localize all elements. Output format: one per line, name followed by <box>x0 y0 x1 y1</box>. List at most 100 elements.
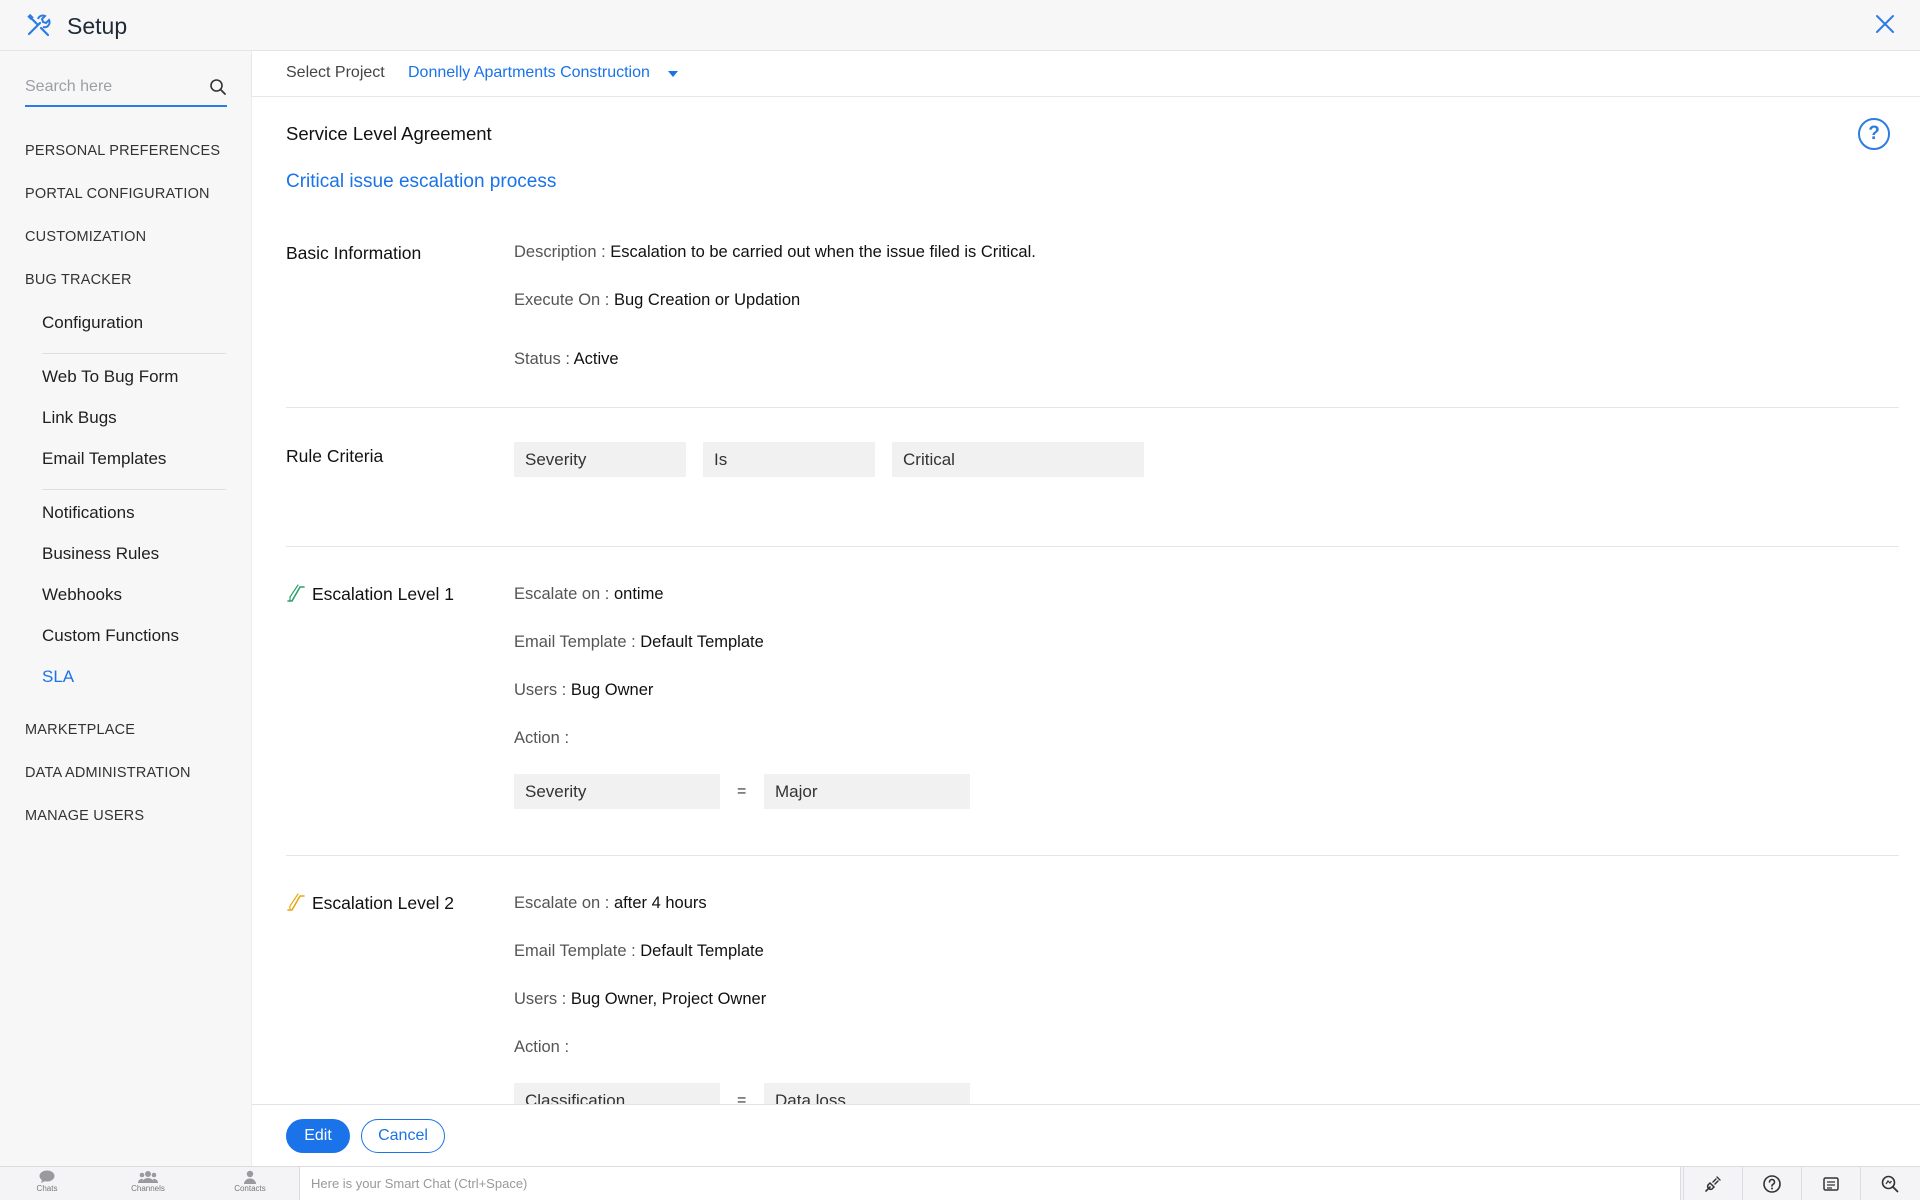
select-project-label: Select Project <box>286 64 385 81</box>
sidebar-item-custom-functions[interactable]: Custom Functions <box>42 626 179 646</box>
level-1-action: Action : <box>514 729 569 748</box>
nav-customization[interactable]: CUSTOMIZATION <box>25 229 146 245</box>
sidebar-item-email-templates[interactable]: Email Templates <box>42 449 166 469</box>
rule-criteria-label: Rule Criteria <box>286 446 384 466</box>
person-icon <box>244 1170 256 1184</box>
tab-channels-label: Channels <box>131 1184 165 1193</box>
tab-chats[interactable]: Chats <box>12 1170 82 1200</box>
smart-chat-input[interactable] <box>300 1167 1680 1200</box>
sidebar: PERSONAL PREFERENCES PORTAL CONFIGURATIO… <box>0 51 252 1166</box>
group-icon <box>138 1171 158 1183</box>
nav-data-administration[interactable]: DATA ADMINISTRATION <box>25 765 191 781</box>
sidebar-item-webhooks[interactable]: Webhooks <box>42 585 122 605</box>
level-1-escalate-on: Escalate on : ontime <box>514 585 664 604</box>
chevron-down-icon[interactable] <box>668 71 678 77</box>
level-1-action-field: Severity <box>514 774 720 809</box>
escalate-on-value: ontime <box>613 585 664 603</box>
basic-information-label: Basic Information <box>286 243 422 263</box>
bottom-bar: Chats Channels Contacts <box>0 1166 1920 1200</box>
help-circle-icon[interactable] <box>1742 1167 1800 1200</box>
description-field: Description : Escalation to be carried o… <box>514 243 1036 262</box>
sidebar-search <box>25 69 227 107</box>
search-icon[interactable] <box>209 78 227 96</box>
page-title: Service Level Agreement <box>286 123 492 144</box>
level-2-users: Users : Bug Owner, Project Owner <box>514 990 766 1009</box>
execute-on-field: Execute On : Bug Creation or Updation <box>514 291 800 310</box>
users-value: Bug Owner, Project Owner <box>570 990 767 1008</box>
sidebar-item-notifications[interactable]: Notifications <box>42 503 135 523</box>
execute-on-key: Execute On : <box>514 291 610 309</box>
main-content: Service Level Agreement ? Critical issue… <box>252 97 1920 1104</box>
level-2-action: Action : <box>514 1038 569 1057</box>
level-2-escalate-on: Escalate on : after 4 hours <box>514 894 707 913</box>
section-divider <box>286 546 1899 547</box>
level-2-action-equals: = <box>737 1092 747 1104</box>
tab-contacts[interactable]: Contacts <box>215 1170 285 1200</box>
nav-personal-preferences[interactable]: PERSONAL PREFERENCES <box>25 143 220 159</box>
search-zoom-icon[interactable] <box>1860 1167 1920 1200</box>
sla-name: Critical issue escalation process <box>286 171 557 192</box>
project-bar: Select Project Donnelly Apartments Const… <box>252 51 1920 97</box>
escalation-level-1-label: Escalation Level 1 <box>312 584 455 604</box>
app-title: Setup <box>67 13 128 39</box>
tools-icon <box>27 13 51 37</box>
execute-on-value: Bug Creation or Updation <box>613 291 801 309</box>
escalate-on-value: after 4 hours <box>613 894 707 912</box>
sidebar-item-sla[interactable]: SLA <box>42 667 74 687</box>
escalate-on-key: Escalate on : <box>514 894 610 912</box>
newspaper-icon[interactable] <box>1801 1167 1859 1200</box>
nav-bug-tracker[interactable]: BUG TRACKER <box>25 272 132 288</box>
nav-divider <box>42 489 226 490</box>
section-divider <box>286 407 1899 408</box>
escalation-level-1-icon <box>287 584 305 602</box>
email-template-value: Default Template <box>640 633 764 651</box>
tab-channels[interactable]: Channels <box>113 1170 183 1200</box>
close-icon[interactable] <box>1874 13 1896 35</box>
level-1-email-template: Email Template : Default Template <box>514 633 764 652</box>
chat-bubble-icon <box>39 1170 55 1183</box>
section-divider <box>286 855 1899 856</box>
email-template-key: Email Template : <box>514 942 636 960</box>
tab-contacts-label: Contacts <box>234 1184 266 1193</box>
level-2-action-value: Data loss <box>764 1083 970 1104</box>
criteria-value: Critical <box>892 442 1144 477</box>
nav-portal-configuration[interactable]: PORTAL CONFIGURATION <box>25 186 210 202</box>
search-input[interactable] <box>25 69 195 105</box>
status-key: Status : <box>514 350 570 368</box>
criteria-field: Severity <box>514 442 686 477</box>
project-dropdown[interactable]: Donnelly Apartments Construction <box>408 64 650 82</box>
smart-chat <box>299 1167 1681 1200</box>
sidebar-item-configuration[interactable]: Configuration <box>42 313 143 333</box>
level-2-email-template: Email Template : Default Template <box>514 942 764 961</box>
escalation-level-2-icon <box>287 893 305 911</box>
description-key: Description : <box>514 243 606 261</box>
form-actions: Edit Cancel <box>252 1104 1920 1166</box>
cancel-button[interactable]: Cancel <box>361 1119 445 1153</box>
action-key: Action : <box>514 1038 570 1056</box>
nav-manage-users[interactable]: MANAGE USERS <box>25 808 144 824</box>
sidebar-item-link-bugs[interactable]: Link Bugs <box>42 408 117 428</box>
users-key: Users : <box>514 990 567 1008</box>
tab-chats-label: Chats <box>36 1184 58 1193</box>
level-2-action-field: Classification <box>514 1083 720 1104</box>
top-header: Setup <box>0 0 1920 51</box>
plug-icon[interactable] <box>1683 1167 1741 1200</box>
users-key: Users : <box>514 681 567 699</box>
action-key: Action : <box>514 729 570 747</box>
nav-marketplace[interactable]: MARKETPLACE <box>25 722 135 738</box>
status-value: Active <box>573 350 619 368</box>
level-1-action-equals: = <box>737 783 747 800</box>
criteria-operator: Is <box>703 442 875 477</box>
level-1-action-value: Major <box>764 774 970 809</box>
help-icon[interactable]: ? <box>1858 118 1890 150</box>
edit-button[interactable]: Edit <box>286 1119 350 1153</box>
users-value: Bug Owner <box>570 681 654 699</box>
level-1-users: Users : Bug Owner <box>514 681 653 700</box>
escalate-on-key: Escalate on : <box>514 585 610 603</box>
email-template-key: Email Template : <box>514 633 636 651</box>
sidebar-item-web-to-bug-form[interactable]: Web To Bug Form <box>42 367 178 387</box>
email-template-value: Default Template <box>640 942 764 960</box>
sidebar-item-business-rules[interactable]: Business Rules <box>42 544 159 564</box>
escalation-level-2-label: Escalation Level 2 <box>312 893 455 913</box>
status-field: Status : Active <box>514 350 619 369</box>
